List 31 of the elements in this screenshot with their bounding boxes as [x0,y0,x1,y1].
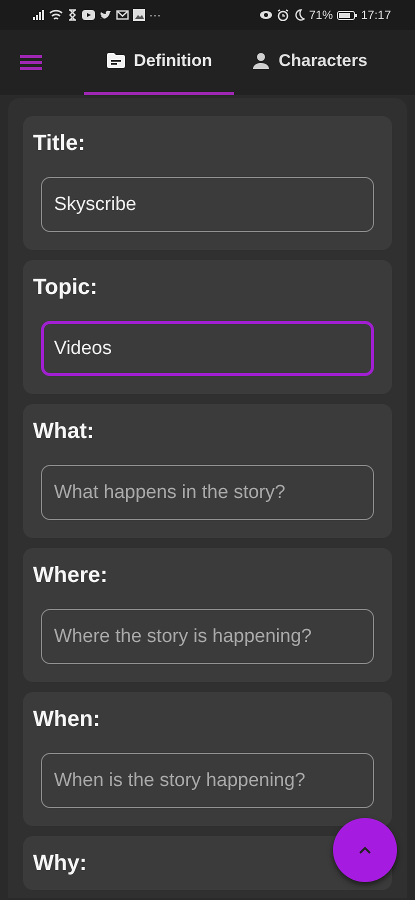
caret-up-icon [359,846,371,854]
battery-percent: 71% [308,9,333,21]
play-icon [82,9,95,21]
image-icon [133,9,145,21]
clock-time: 17:17 [360,9,391,21]
person-icon [250,51,271,71]
input-field[interactable]: Videos [41,321,374,376]
field-label: Where: [33,561,108,589]
wifi-icon [49,9,63,21]
field-label: Why: [33,849,87,877]
input-field[interactable]: Where the story is happening? [41,609,374,664]
bird-icon [99,9,112,21]
more-notifications: ··· [149,9,161,21]
field-label: Topic: [33,273,98,301]
mail-icon [116,9,129,21]
folder-icon [106,51,126,71]
moon-icon [292,9,305,21]
field-label: When: [33,705,100,733]
input-field[interactable]: When is the story happening? [41,753,374,808]
hourglass-icon [67,9,78,21]
signal-icon [32,9,45,21]
field-label: Title: [33,129,86,157]
tab[interactable]: Definition [84,30,234,95]
battery-icon [336,9,357,21]
eye-icon [258,9,273,21]
field-label: What: [33,417,94,445]
input-field[interactable]: Skyscribe [41,177,374,232]
alarm-icon [276,9,289,21]
input-field[interactable]: What happens in the story? [41,465,374,520]
tab[interactable]: Characters [234,30,384,95]
menu-icon [20,55,42,70]
